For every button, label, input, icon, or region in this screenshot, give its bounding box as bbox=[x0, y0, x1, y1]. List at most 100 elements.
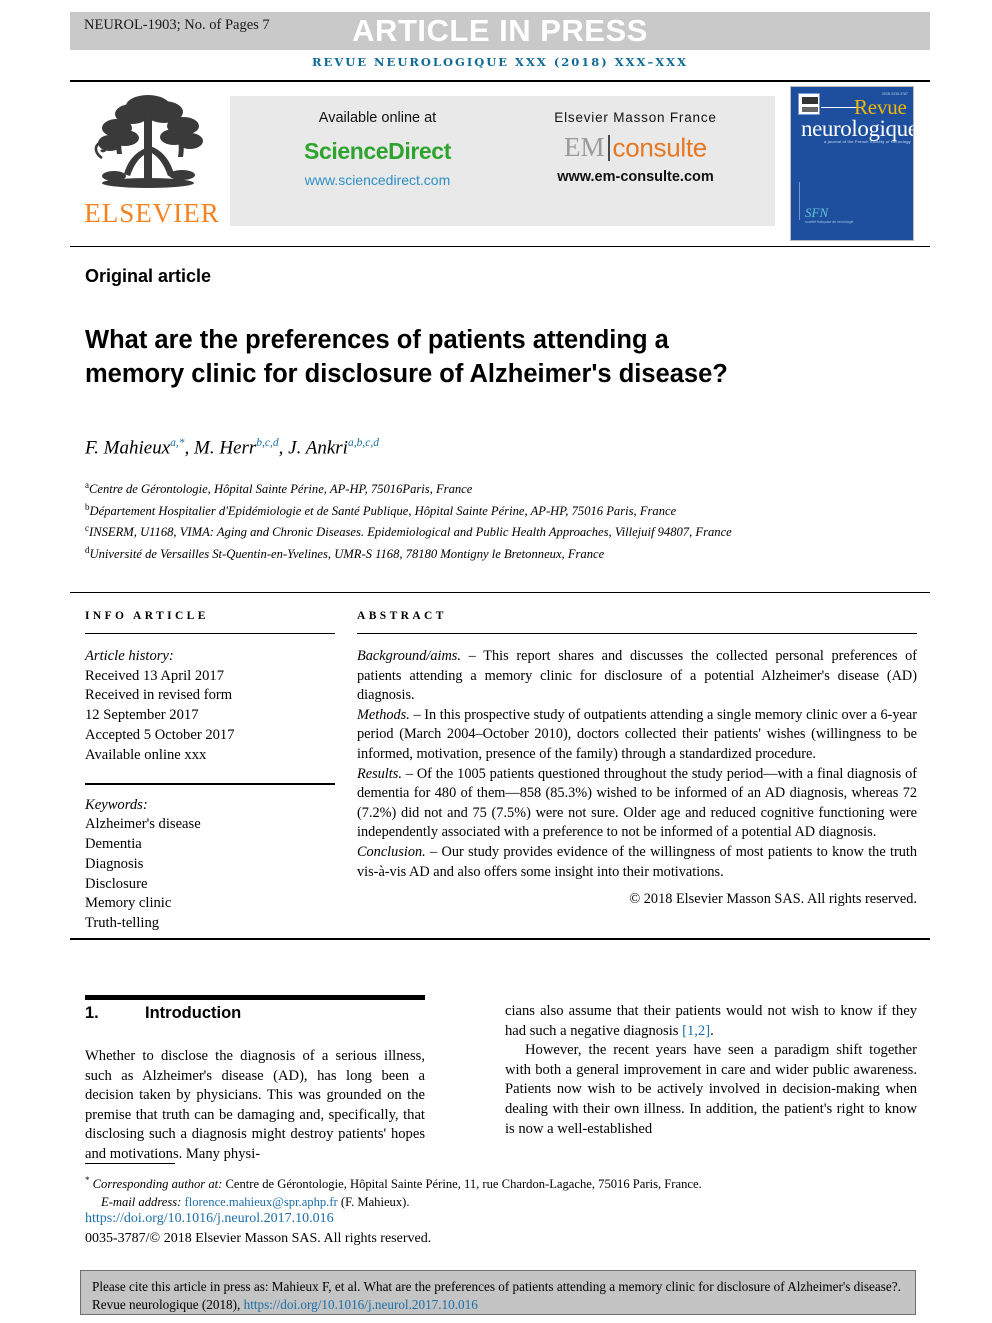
header-rule bbox=[70, 80, 930, 82]
abstract-text: – In this prospective study of outpatien… bbox=[357, 706, 917, 762]
please-cite-box: Please cite this article in press as: Ma… bbox=[80, 1270, 916, 1315]
cover-spine-line bbox=[799, 182, 800, 220]
citation-reference[interactable]: [1,2] bbox=[682, 1023, 710, 1039]
keyword-item: Memory clinic bbox=[85, 895, 172, 912]
section-heading-bar bbox=[85, 995, 425, 1000]
section-heading: 1. Introduction bbox=[85, 1004, 241, 1023]
article-history-label: Article history: bbox=[85, 648, 174, 664]
author-list: F. Mahieuxa,*, M. Herrb,c,d, J. Ankria,b… bbox=[85, 437, 379, 459]
article-history-block: Article history: Received 13 April 2017 … bbox=[85, 647, 335, 765]
cover-inset-image bbox=[798, 93, 820, 115]
article-in-press-label: ARTICLE IN PRESS bbox=[352, 13, 648, 48]
doi-link[interactable]: https://doi.org/10.1016/j.neurol.2017.10… bbox=[85, 1211, 334, 1227]
sciencedirect-block: Available online at ScienceDirect www.sc… bbox=[245, 110, 510, 188]
keyword-item: Disclosure bbox=[85, 875, 148, 892]
issn-copyright-line: 0035-3787/© 2018 Elsevier Masson SAS. Al… bbox=[85, 1231, 432, 1246]
abstract-subheading: Methods bbox=[357, 706, 407, 723]
emconsulte-divider bbox=[607, 134, 610, 161]
keyword-item: Dementia bbox=[85, 836, 142, 853]
abstract-body: Background/aims. – This report shares an… bbox=[357, 647, 917, 910]
cover-subtitle: a journal of the French Society of Neuro… bbox=[824, 139, 911, 144]
article-in-press-banner: NEUROL-1903; No. of Pages 7 ARTICLE IN P… bbox=[70, 12, 930, 50]
history-item: Received 13 April 2017 bbox=[85, 667, 225, 684]
abstract-text: – Our study provides evidence of the wil… bbox=[357, 843, 917, 880]
abstract-paragraph: Background/aims. – This report shares an… bbox=[357, 648, 917, 704]
abstract-heading-rule bbox=[357, 633, 917, 634]
info-heading-rule bbox=[85, 633, 335, 634]
affiliation-item: aCentre de Gérontologie, Hôpital Sainte … bbox=[85, 477, 915, 499]
corresponding-author-address: Centre de Gérontologie, Hôpital Sainte P… bbox=[222, 1177, 702, 1192]
history-item: Available online xxx bbox=[85, 746, 207, 763]
body-section-rule bbox=[70, 938, 930, 940]
keywords-divider-rule bbox=[85, 783, 335, 785]
email-owner: (F. Mahieux). bbox=[337, 1194, 410, 1209]
keywords-block: Keywords: Alzheimer's disease Dementia D… bbox=[85, 796, 335, 934]
elsevier-masson-france-label: Elsevier Masson France bbox=[554, 110, 717, 125]
abstract-subheading: Conclusion bbox=[357, 843, 423, 860]
journal-cover-thumbnail: ISSN 0035-3787 Revue neurologique a jour… bbox=[790, 86, 914, 241]
abstract-copyright: © 2018 Elsevier Masson SAS. All rights r… bbox=[629, 891, 917, 908]
body-column-right: cians also assume that their patients wo… bbox=[505, 1002, 917, 1139]
emconsulte-consulte-mark: consulte bbox=[612, 132, 708, 163]
elsevier-logo: ELSEVIER bbox=[78, 86, 226, 241]
logo-row-rule bbox=[70, 246, 930, 247]
affiliation-text: Université de Versailles St-Quentin-en-Y… bbox=[89, 547, 605, 562]
abstract-paragraph: Methods. – In this prospective study of … bbox=[357, 706, 917, 762]
corresponding-author-marker: * bbox=[85, 1175, 90, 1185]
body-text: . bbox=[710, 1022, 714, 1039]
page-title: What are the preferences of patients att… bbox=[85, 326, 728, 389]
affiliation-list: aCentre de Gérontologie, Hôpital Sainte … bbox=[85, 477, 915, 564]
section-number: 1. bbox=[85, 1004, 99, 1022]
body-column-left: Whether to disclose the diagnosis of a s… bbox=[85, 1048, 425, 1162]
affiliation-text: Département Hospitalier d'Epidémiologie … bbox=[89, 503, 677, 518]
abstract-paragraph: Results. – Of the 1005 patients question… bbox=[357, 765, 917, 841]
affiliation-item: bDépartement Hospitalier d'Epidémiologie… bbox=[85, 499, 915, 521]
email-label: E-mail address: bbox=[101, 1194, 182, 1209]
cite-text: Please cite this article in press as: Ma… bbox=[92, 1279, 901, 1312]
cover-society-mark: SFN bbox=[805, 205, 829, 220]
section-title: Introduction bbox=[145, 1004, 242, 1022]
affiliation-item: cINSERM, U1168, VIMA: Aging and Chronic … bbox=[85, 520, 915, 542]
history-item: Received in revised form bbox=[85, 687, 233, 704]
footnote-block: * Corresponding author at: Centre de Gér… bbox=[85, 1172, 920, 1211]
affiliation-item: dUniversité de Versailles St-Quentin-en-… bbox=[85, 542, 915, 564]
elsevier-tree-icon bbox=[94, 95, 203, 188]
keywords-label: Keywords: bbox=[85, 796, 148, 813]
abstract-subheading: Results bbox=[357, 765, 399, 782]
article-type-label: Original article bbox=[85, 266, 212, 286]
affiliation-text: Centre de Gérontologie, Hôpital Sainte P… bbox=[89, 482, 473, 497]
email-link[interactable]: florence.mahieux@spr.aphp.fr bbox=[185, 1195, 338, 1209]
corresponding-author-label: Corresponding author at: bbox=[92, 1177, 223, 1192]
abstract-paragraph: Conclusion. – Our study provides evidenc… bbox=[357, 843, 917, 880]
publisher-logo-row: ELSEVIER Available online at ScienceDire… bbox=[70, 86, 930, 244]
keyword-item: Diagnosis bbox=[85, 855, 144, 872]
info-article-heading: INFO ARTICLE bbox=[85, 610, 209, 622]
article-page: NEUROL-1903; No. of Pages 7 ARTICLE IN P… bbox=[0, 0, 992, 1323]
history-item: Accepted 5 October 2017 bbox=[85, 726, 235, 743]
corresponding-author-note: * Corresponding author at: Centre de Gér… bbox=[85, 1172, 920, 1194]
sciencedirect-url[interactable]: www.sciencedirect.com bbox=[245, 172, 510, 188]
email-note: E-mail address: florence.mahieux@spr.aph… bbox=[85, 1194, 920, 1212]
body-paragraph: However, the recent years have seen a pa… bbox=[505, 1042, 917, 1137]
footnote-rule bbox=[85, 1163, 175, 1164]
elsevier-wordmark: ELSEVIER bbox=[84, 198, 220, 228]
body-paragraph: cians also assume that their patients wo… bbox=[505, 1002, 917, 1041]
cite-doi-link[interactable]: https://doi.org/10.1016/j.neurol.2017.10… bbox=[244, 1297, 478, 1312]
keyword-item: Alzheimer's disease bbox=[85, 816, 201, 833]
history-item: 12 September 2017 bbox=[85, 707, 199, 724]
cover-society-subtitle: société française de neurologie bbox=[805, 220, 854, 224]
emconsulte-logo: EM consulte bbox=[508, 134, 763, 161]
abstract-subheading: Background/aims bbox=[357, 648, 458, 664]
abstract-text: – Of the 1005 patients questioned throug… bbox=[357, 765, 917, 841]
journal-running-head: REVUE NEUROLOGIQUE XXX (2018) XXX–XXX bbox=[312, 55, 688, 69]
available-online-label: Available online at bbox=[318, 110, 437, 126]
affiliation-text: INSERM, U1168, VIMA: Aging and Chronic D… bbox=[89, 525, 732, 540]
keyword-item: Truth-telling bbox=[85, 914, 160, 931]
abstract-heading: ABSTRACT bbox=[357, 610, 447, 622]
emconsulte-block: Elsevier Masson France EM consulte www.em… bbox=[508, 110, 763, 185]
info-article-column: INFO ARTICLE Article history: Received 1… bbox=[85, 610, 335, 934]
abstract-section-rule bbox=[70, 592, 930, 593]
emconsulte-url[interactable]: www.em-consulte.com bbox=[508, 169, 763, 185]
emconsulte-em-mark: EM bbox=[564, 132, 605, 162]
abstract-column: ABSTRACT Background/aims. – This report … bbox=[357, 610, 917, 910]
